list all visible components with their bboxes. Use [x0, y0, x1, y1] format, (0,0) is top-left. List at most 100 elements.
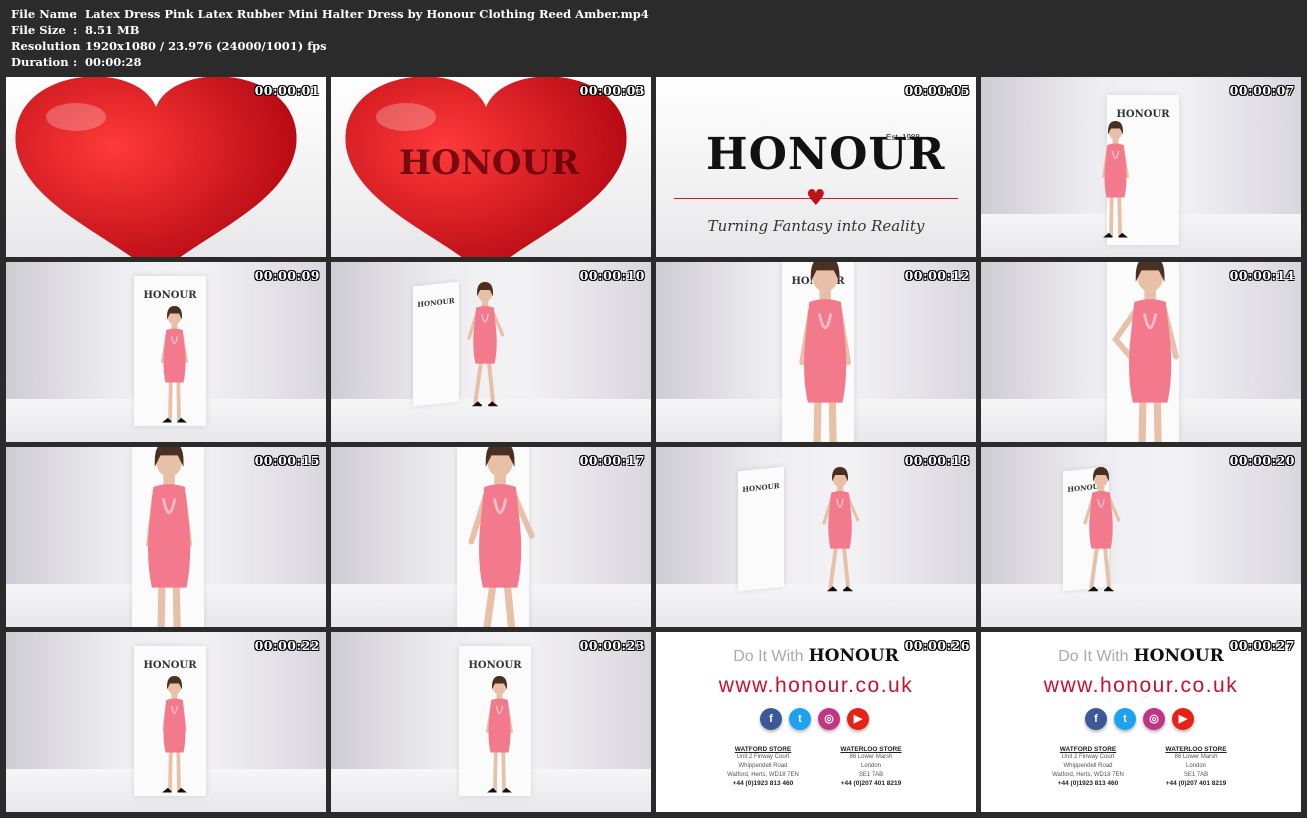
- file-info-label: Resolution: [11, 39, 81, 53]
- timestamp-label: 00:00:17: [579, 453, 645, 468]
- door-logo: HONOUR: [143, 290, 197, 301]
- file-info-label: Duration: [11, 55, 69, 69]
- file-info-row: File Size:8.51 MB: [11, 22, 649, 38]
- instagram-icon[interactable]: ◎: [818, 708, 840, 730]
- thumbnail-15: Do It With HONOUR www.honour.co.uk f t ◎ ▶ WAT…: [656, 632, 976, 812]
- timestamp-label: 00:00:20: [1229, 453, 1295, 468]
- store-phone: +44 (0)1923 813 460: [1057, 780, 1119, 787]
- thumbnail-1: 00:00:01: [6, 77, 326, 257]
- honour-logo: HONOUR: [399, 143, 580, 183]
- studio-door: HONOUR: [413, 281, 459, 407]
- model-figure: [162, 676, 187, 793]
- model-figure: [1083, 467, 1121, 592]
- thumbnail-2: HONOUR 00:00:03: [331, 77, 651, 257]
- file-info-separator: :: [73, 55, 78, 69]
- door-logo: HONOUR: [468, 660, 522, 671]
- thumbnail-7: HONOUR00:00:12: [656, 262, 976, 442]
- do-it-with-text: Do It With: [733, 648, 804, 665]
- thumbnail-3: HONOUR Est. 1988 ♥ Turning Fantasy into Rea…: [656, 77, 976, 257]
- file-info-separator: :: [73, 7, 78, 21]
- store-address-line: Whippendell Road: [738, 763, 788, 769]
- timestamp-label: 00:00:27: [1229, 638, 1295, 653]
- twitter-icon[interactable]: t: [789, 708, 811, 730]
- studio-floor: [981, 583, 1301, 627]
- store-phone: +44 (0)207 401 8219: [840, 780, 902, 787]
- file-info-separator: :: [73, 23, 78, 37]
- file-info-label: File Size: [11, 23, 66, 37]
- timestamp-label: 00:00:10: [579, 268, 645, 283]
- model-figure: [822, 467, 860, 592]
- timestamp-label: 00:00:09: [254, 268, 320, 283]
- tagline: Turning Fantasy into Reality: [707, 217, 925, 235]
- do-it-with-text: Do It With: [1058, 648, 1129, 665]
- file-info-separator: :: [73, 39, 78, 53]
- store-address-line: Whippendell Road: [1063, 763, 1113, 769]
- youtube-icon[interactable]: ▶: [847, 708, 869, 730]
- store-block: WATERLOO STORE 86 Lower Marsh London SE1 7A…: [1151, 746, 1241, 787]
- store-address-line: London: [860, 763, 882, 769]
- model-figure: [1111, 262, 1179, 442]
- thumbnail-13: HONOUR 00:00:22: [6, 632, 326, 812]
- store-name: WATFORD STORE: [1059, 746, 1117, 753]
- est-label: Est. 1988: [886, 133, 920, 142]
- file-info-label: File Name: [11, 7, 77, 21]
- honour-logo: HONOUR: [808, 646, 899, 666]
- store-name: WATERLOO STORE: [1165, 746, 1227, 753]
- model-figure: [468, 447, 535, 627]
- thumbnail-8: 00:00:14: [981, 262, 1301, 442]
- file-info-value: 00:00:28: [85, 55, 142, 69]
- youtube-icon[interactable]: ▶: [1172, 708, 1194, 730]
- store-address-line: Watford, Herts, WD18 7EN: [1052, 772, 1124, 778]
- thumbnail-9: 00:00:15: [6, 447, 326, 627]
- thumbnail-grid: 00:00:01 HONOUR 00:00:03 HONOUR Est. 1988 ♥ Tu…: [6, 77, 1301, 812]
- store-address-line: 86 Lower Marsh: [1174, 754, 1218, 760]
- timestamp-label: 00:00:01: [254, 83, 320, 98]
- website-url[interactable]: www.honour.co.uk: [656, 674, 976, 698]
- heart-icon: ♥: [806, 186, 826, 211]
- timestamp-label: 00:00:03: [579, 83, 645, 98]
- website-url[interactable]: www.honour.co.uk: [981, 674, 1301, 698]
- timestamp-label: 00:00:15: [254, 453, 320, 468]
- store-phone: +44 (0)1923 813 460: [732, 780, 794, 787]
- store-address-line: Unit 2 Finway Court: [736, 754, 790, 760]
- thumbnail-12: HONOUR 00:00:20: [981, 447, 1301, 627]
- thumbnail-4: HONOUR 00:00:07: [981, 77, 1301, 257]
- file-info-value: 1920x1080 / 23.976 (24000/1001) fps: [85, 39, 327, 53]
- facebook-icon[interactable]: f: [1085, 708, 1107, 730]
- thumbnail-6: HONOUR 00:00:10: [331, 262, 651, 442]
- timestamp-label: 00:00:26: [904, 638, 970, 653]
- store-address-line: SE1 7AB: [858, 772, 884, 778]
- heart-graphic: [15, 77, 297, 257]
- instagram-icon[interactable]: ◎: [1143, 708, 1165, 730]
- store-address-line: Unit 2 Finway Court: [1061, 754, 1115, 760]
- store-address-line: Watford, Herts, WD18 7EN: [727, 772, 799, 778]
- file-info-row: Duration:00:00:28: [11, 54, 649, 70]
- store-name: WATFORD STORE: [734, 746, 792, 753]
- thumbnail-11: HONOUR 00:00:18: [656, 447, 976, 627]
- thumbnail-10: 00:00:17: [331, 447, 651, 627]
- door-logo: HONOUR: [143, 660, 197, 671]
- store-block: WATERLOO STORE 86 Lower Marsh London SE1 7A…: [826, 746, 916, 787]
- file-info-row: Resolution:1920x1080 / 23.976 (24000/100…: [11, 38, 649, 54]
- file-info-value: Latex Dress Pink Latex Rubber Mini Halte…: [85, 7, 649, 21]
- model-figure: [1102, 121, 1129, 238]
- studio-door: HONOUR: [738, 466, 784, 592]
- model-figure: [161, 306, 188, 423]
- model-figure: [146, 447, 193, 627]
- twitter-icon[interactable]: t: [1114, 708, 1136, 730]
- file-info-header: File Name: Latex Dress Pink Latex Rubber …: [11, 6, 649, 70]
- timestamp-label: 00:00:05: [904, 83, 970, 98]
- store-address-line: SE1 7AB: [1183, 772, 1209, 778]
- store-address-line: London: [1185, 763, 1207, 769]
- timestamp-label: 00:00:07: [1229, 83, 1295, 98]
- store-block: WATFORD STORE Unit 2 Finway Court Whippend…: [718, 746, 808, 787]
- door-logo: HONOUR: [417, 296, 455, 309]
- model-figure: [467, 282, 505, 407]
- door-logo: HONOUR: [742, 481, 780, 494]
- thumbnail-14: HONOUR 00:00:23: [331, 632, 651, 812]
- timestamp-label: 00:00:12: [904, 268, 970, 283]
- timestamp-label: 00:00:23: [579, 638, 645, 653]
- timestamp-label: 00:00:22: [254, 638, 320, 653]
- facebook-icon[interactable]: f: [760, 708, 782, 730]
- store-name: WATERLOO STORE: [840, 746, 902, 753]
